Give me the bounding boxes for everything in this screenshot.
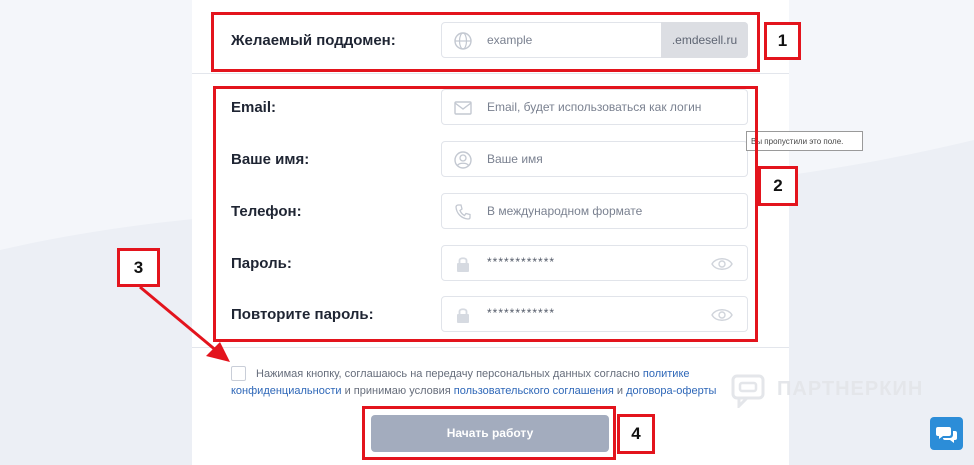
chat-button[interactable] — [930, 417, 963, 450]
annotation-frame-subdomain — [211, 12, 760, 72]
consent-text: Нажимая кнопку, соглашаюсь на передачу п… — [231, 366, 726, 397]
divider — [192, 73, 789, 74]
annotation-number: 2 — [758, 166, 798, 206]
consent-checkbox[interactable] — [231, 366, 246, 381]
privacy-policy-link[interactable]: конфиденциальности — [231, 385, 342, 397]
consent-text-part: и принимаю условия — [341, 385, 454, 397]
annotation-frame-submit — [362, 406, 616, 460]
user-agreement-link[interactable]: пользовательского соглашения — [454, 385, 614, 397]
chat-icon — [936, 427, 957, 443]
consent-text-part: Нажимая кнопку, соглашаюсь на передачу п… — [256, 368, 643, 380]
validation-tooltip: Вы пропустили это поле. — [746, 131, 863, 151]
consent-text-part: и — [613, 385, 627, 397]
divider — [192, 347, 789, 348]
annotation-number: 1 — [764, 22, 801, 60]
annotation-number: 3 — [117, 248, 160, 287]
offer-agreement-link[interactable]: договора-оферты — [626, 385, 716, 397]
watermark-text: ПАРТНЕРКИН — [777, 378, 924, 400]
annotation-frame-fields — [213, 86, 758, 342]
privacy-policy-link[interactable]: политике — [643, 368, 690, 380]
annotation-number: 4 — [617, 414, 655, 454]
watermark-logo-icon — [731, 374, 765, 408]
